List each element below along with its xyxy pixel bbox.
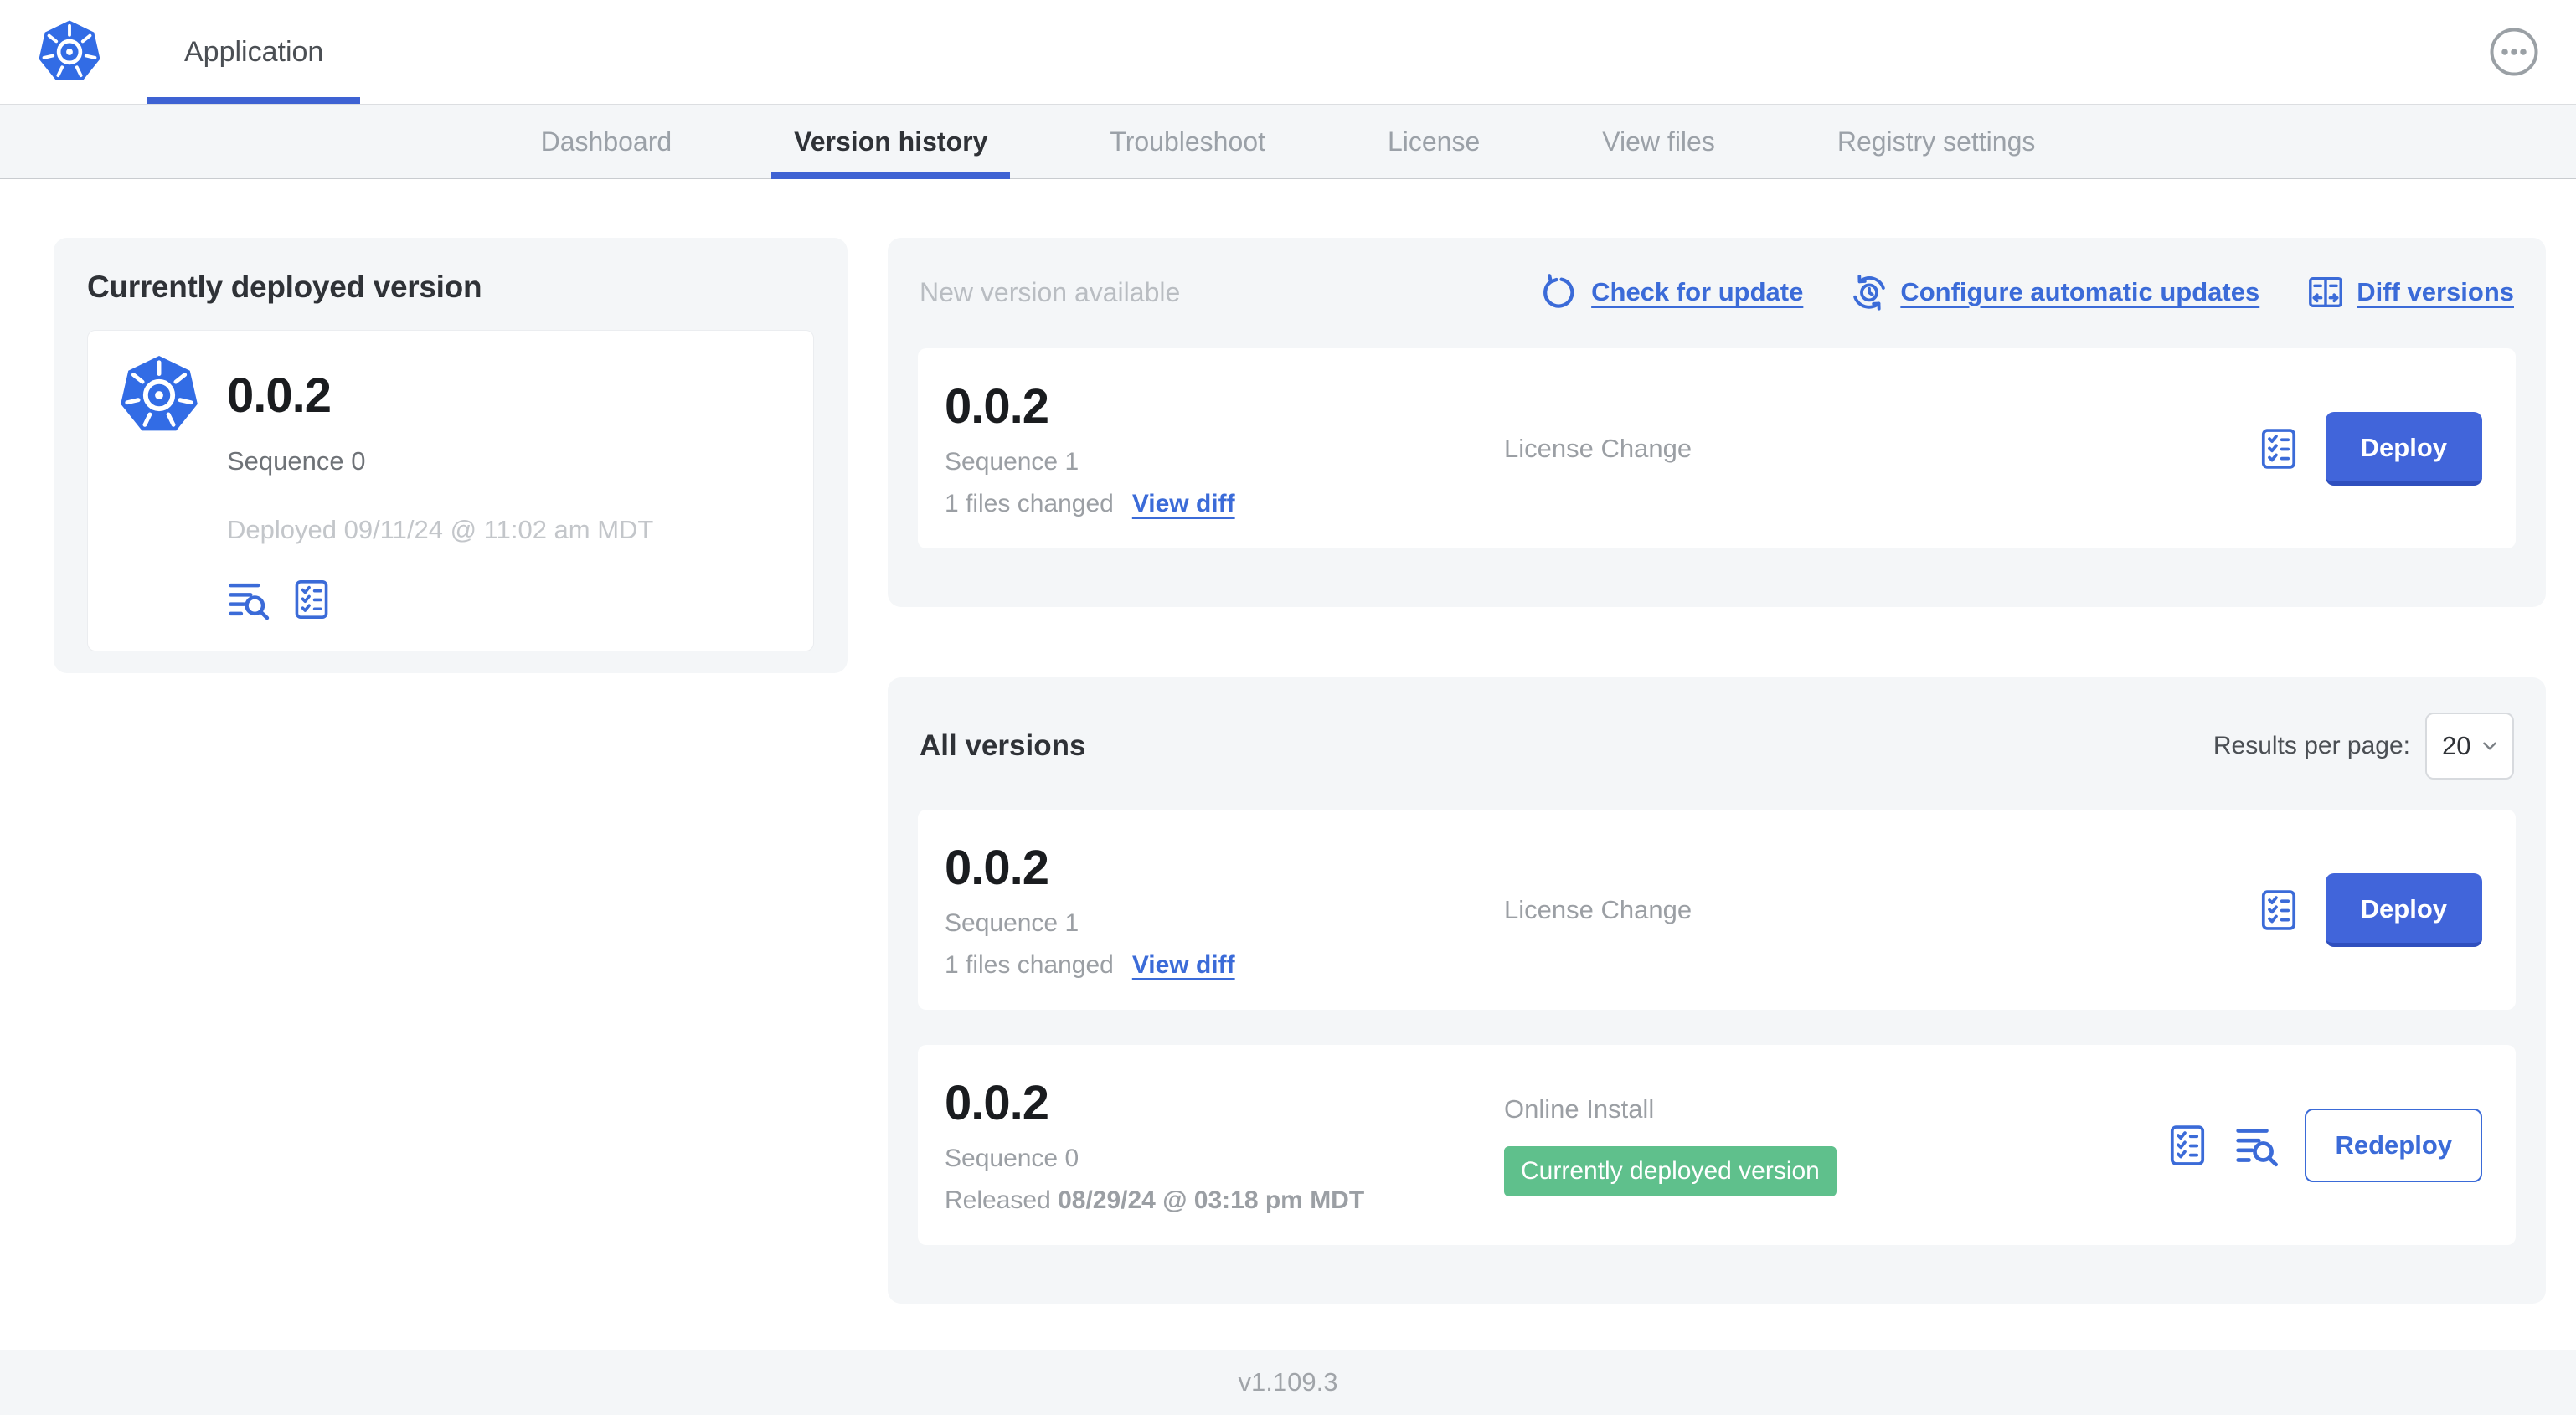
deployed-timestamp: Deployed 09/11/24 @ 11:02 am MDT <box>227 515 654 544</box>
deployed-version-number: 0.0.2 <box>227 368 332 423</box>
app-footer: v1.109.3 <box>0 1350 2576 1415</box>
currently-deployed-title: Currently deployed version <box>87 270 482 304</box>
tab-registry-settings[interactable]: Registry settings <box>1815 105 2058 178</box>
tab-application[interactable]: Application <box>147 0 361 104</box>
currently-deployed-badge: Currently deployed version <box>1504 1145 1837 1196</box>
version-source: License Change <box>1504 433 1692 463</box>
kubernetes-app-icon <box>118 354 200 436</box>
version-row: 0.0.2 Sequence 0 Released 08/29/24 @ 03:… <box>918 1045 2516 1245</box>
results-per-page-label: Results per page: <box>2213 732 2410 759</box>
check-for-update-link[interactable]: Check for update <box>1541 273 1803 311</box>
deploy-button[interactable]: Deploy <box>2325 411 2482 486</box>
diff-versions-link[interactable]: Diff versions <box>2306 273 2514 311</box>
deploy-button[interactable]: Deploy <box>2325 872 2482 947</box>
console-version: v1.109.3 <box>1238 1367 1338 1397</box>
checklist-icon[interactable] <box>289 577 334 622</box>
view-diff-link[interactable]: View diff <box>1132 951 1235 980</box>
tab-view-files[interactable]: View files <box>1579 105 1738 178</box>
configure-automatic-updates-link[interactable]: Configure automatic updates <box>1850 273 2259 311</box>
checklist-icon[interactable] <box>2255 887 2302 934</box>
tab-troubleshoot[interactable]: Troubleshoot <box>1087 105 1288 178</box>
view-diff-link[interactable]: View diff <box>1132 490 1235 518</box>
tab-license[interactable]: License <box>1365 105 1502 178</box>
checklist-icon[interactable] <box>2255 425 2302 472</box>
right-column: New version available Check for update C… <box>888 238 2546 1350</box>
version-number: 0.0.2 <box>945 379 1049 434</box>
currently-deployed-panel: Currently deployed version 0.0.2 Sequenc… <box>54 238 848 673</box>
kubernetes-logo-icon <box>37 19 102 85</box>
logs-icon[interactable] <box>2234 1122 2281 1169</box>
checklist-icon[interactable] <box>2164 1122 2211 1169</box>
main-content: Currently deployed version 0.0.2 Sequenc… <box>0 179 2576 1350</box>
diff-icon <box>2306 273 2345 311</box>
app-tab-label: Application <box>184 35 324 68</box>
clock-update-icon <box>1850 273 1888 311</box>
files-changed: 1 files changed <box>945 951 1114 979</box>
app-logo <box>37 0 102 104</box>
more-menu-button[interactable] <box>2489 27 2539 77</box>
subnav: Dashboard Version history Troubleshoot L… <box>0 105 2576 179</box>
tab-dashboard[interactable]: Dashboard <box>518 105 695 178</box>
all-versions-panel: All versions Results per page: 20 0.0.2 … <box>888 677 2546 1304</box>
version-sequence: Sequence 1 <box>945 448 1079 476</box>
released-timestamp: Released 08/29/24 @ 03:18 pm MDT <box>945 1186 1365 1214</box>
version-number: 0.0.2 <box>945 1076 1049 1130</box>
refresh-icon <box>1541 273 1579 311</box>
files-changed: 1 files changed <box>945 490 1114 517</box>
version-row: 0.0.2 Sequence 1 1 files changed View di… <box>918 810 2516 1010</box>
app-header: Application <box>0 0 2576 105</box>
currently-deployed-card: 0.0.2 Sequence 0 Deployed 09/11/24 @ 11:… <box>87 330 814 651</box>
version-sequence: Sequence 1 <box>945 909 1079 937</box>
logs-icon[interactable] <box>227 577 272 622</box>
version-source: License Change <box>1504 894 1692 924</box>
chevron-down-icon <box>2479 735 2501 757</box>
version-sequence: Sequence 0 <box>945 1145 1079 1172</box>
redeploy-button[interactable]: Redeploy <box>2305 1108 2482 1182</box>
ellipsis-icon <box>2489 27 2539 77</box>
new-version-panel: New version available Check for update C… <box>888 238 2546 607</box>
new-version-row: 0.0.2 Sequence 1 1 files changed View di… <box>918 348 2516 548</box>
all-versions-title: All versions <box>920 729 1086 762</box>
results-per-page-select[interactable]: 20 <box>2425 713 2514 780</box>
deployed-sequence: Sequence 0 <box>227 446 366 476</box>
tab-version-history[interactable]: Version history <box>771 105 1011 179</box>
new-version-title: New version available <box>920 276 1181 307</box>
version-source: Online Install <box>1504 1093 1655 1124</box>
version-number: 0.0.2 <box>945 841 1049 895</box>
